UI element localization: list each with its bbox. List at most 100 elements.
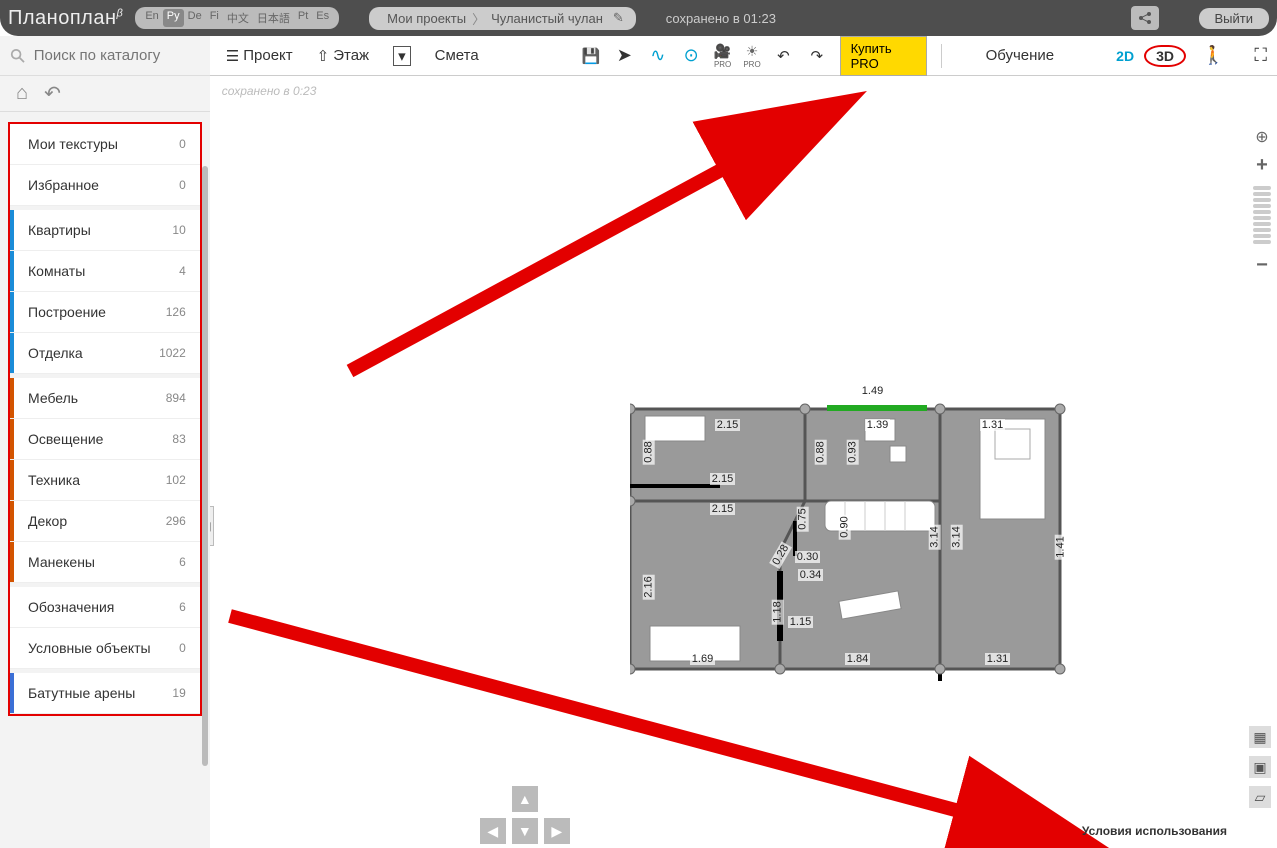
exit-button[interactable]: Выйти — [1199, 8, 1270, 29]
pan-right-button[interactable]: ▶ — [544, 818, 570, 844]
dim-label: 3.14 — [950, 524, 962, 549]
pan-up-button[interactable]: ▲ — [512, 786, 538, 812]
lang-option-日本語[interactable]: 日本語 — [253, 9, 294, 27]
crosshair-icon: ⊕ — [1255, 127, 1268, 147]
canvas-area[interactable]: сохранено в 0:23 ◀ — [210, 76, 1277, 848]
estimate-menu[interactable]: Смета — [429, 43, 485, 68]
walk-mode-icon[interactable]: 🚶 — [1202, 45, 1224, 66]
catalog-item[interactable]: Построение126 — [10, 292, 200, 333]
catalog-item[interactable]: Декор296 — [10, 501, 200, 542]
category-stripe — [10, 292, 14, 332]
catalog-item[interactable]: Обозначения6 — [10, 587, 200, 628]
terms-link[interactable]: Условия использования — [1082, 824, 1227, 838]
redo-button[interactable]: ↷ — [806, 44, 827, 68]
catalog-item[interactable]: Манекены6 — [10, 542, 200, 583]
buy-pro-button[interactable]: Купить PRO — [840, 36, 927, 76]
annotation-arrow-1 — [330, 91, 870, 391]
dim-label: 1.49 — [860, 385, 885, 397]
project-menu[interactable]: ☰ Проект — [220, 43, 299, 69]
catalog-item-count: 6 — [179, 555, 186, 569]
toolbar: ☰ Проект ⇧ Этаж ▾ Смета 💾 ➤ ∿ ⊙ 🎥 PRO — [210, 36, 1277, 76]
catalog-item[interactable]: Батутные арены19 — [10, 673, 200, 714]
undo-button[interactable]: ↶ — [773, 44, 794, 68]
magnet-icon: ⊙ — [684, 45, 699, 66]
dim-label: 1.69 — [690, 653, 715, 665]
category-stripe — [10, 378, 14, 418]
app-logo: Планопланβ — [8, 7, 123, 30]
breadcrumb[interactable]: Мои проекты 〉 Чуланистый чулан ✎ — [369, 7, 636, 30]
search-input[interactable] — [34, 47, 200, 64]
catalog-item[interactable]: Квартиры10 — [10, 210, 200, 251]
lang-option-Pt[interactable]: Pt — [294, 9, 312, 27]
lang-option-En[interactable]: En — [141, 9, 162, 27]
catalog-item-count: 83 — [172, 432, 185, 446]
magnet-tool[interactable]: ⊙ — [680, 44, 701, 68]
search-icon — [10, 47, 26, 65]
view-2d-tab[interactable]: 2D — [1116, 48, 1134, 64]
dim-label: 3.14 — [928, 524, 940, 549]
catalog-item[interactable]: Отделка1022 — [10, 333, 200, 374]
share-icon — [1137, 10, 1153, 26]
logo-text: Планоплан — [8, 7, 117, 29]
catalog-item[interactable]: Комнаты4 — [10, 251, 200, 292]
lang-option-Ру[interactable]: Ру — [163, 9, 184, 27]
dim-label: 1.39 — [865, 419, 890, 431]
landscape-toggle-button[interactable]: ▱ — [1249, 786, 1271, 808]
dim-label: 2.15 — [710, 503, 735, 515]
breadcrumb-project[interactable]: Чуланистый чулан — [485, 11, 609, 26]
learning-tab[interactable]: Обучение — [976, 43, 1065, 68]
lang-option-Fi[interactable]: Fi — [206, 9, 223, 27]
pencil-icon[interactable]: ✎ — [613, 10, 624, 26]
pointer-tool[interactable]: ➤ — [614, 44, 635, 68]
catalog-item-count: 0 — [179, 178, 186, 192]
catalog-item[interactable]: Мебель894 — [10, 378, 200, 419]
center-view-button[interactable]: ⊕ — [1251, 126, 1273, 148]
catalog-item[interactable]: Избранное0 — [10, 165, 200, 206]
save-button[interactable]: 💾 — [580, 44, 601, 68]
catalog-item[interactable]: Освещение83 — [10, 419, 200, 460]
camera-pro-tool[interactable]: 🎥 PRO — [714, 44, 731, 68]
view-3d-tab[interactable]: 3D — [1144, 45, 1186, 67]
zoom-in-button[interactable]: + — [1251, 154, 1273, 176]
camera-icon: 🎥 — [714, 43, 731, 60]
curve-tool[interactable]: ∿ — [647, 44, 668, 68]
zoom-out-button[interactable]: − — [1251, 254, 1273, 276]
pan-left-button[interactable]: ◀ — [480, 818, 506, 844]
undo-icon[interactable]: ↶ — [44, 81, 61, 106]
floorplan[interactable]: 1.49 2.15 1.39 1.31 0.88 0.88 0.93 2.15 … — [630, 401, 1070, 681]
zoom-slider[interactable] — [1253, 186, 1271, 244]
dim-label: 1.41 — [1054, 534, 1066, 559]
category-stripe — [10, 419, 14, 459]
floor-label: Этаж — [333, 47, 369, 64]
image-toggle-button[interactable]: ▣ — [1249, 756, 1271, 778]
catalog-item[interactable]: Мои текстуры0 — [10, 124, 200, 165]
catalog-item[interactable]: Техника 102 — [10, 460, 200, 501]
catalog-item[interactable]: Условные объекты0 — [10, 628, 200, 669]
lang-option-De[interactable]: De — [184, 9, 206, 27]
lang-option-中文[interactable]: 中文 — [223, 9, 253, 27]
saved-timestamp: сохранено в 01:23 — [666, 11, 776, 26]
catalog-item-count: 102 — [166, 473, 186, 487]
home-icon[interactable]: ⌂ — [16, 82, 28, 105]
dim-label: 1.31 — [985, 653, 1010, 665]
curve-icon: ∿ — [650, 45, 665, 66]
category-stripe — [10, 542, 14, 582]
floor-menu[interactable]: ⇧ Этаж — [311, 43, 375, 69]
sidebar-collapse-handle[interactable]: ◀ — [210, 506, 214, 546]
fullscreen-icon[interactable]: ⛶ — [1254, 45, 1267, 66]
grid-toggle-button[interactable]: ▦ — [1249, 726, 1271, 748]
cursor-icon: ➤ — [617, 45, 632, 66]
light-pro-tool[interactable]: ☀ PRO — [743, 44, 760, 68]
pan-down-button[interactable]: ▼ — [512, 818, 538, 844]
sidebar-scrollbar[interactable] — [202, 166, 208, 766]
pro-badge-1: PRO — [714, 60, 731, 69]
catalog-item-label: Техника — [28, 472, 80, 488]
lang-option-Es[interactable]: Es — [312, 9, 333, 27]
right-toolbar: ⊕ + − — [1247, 116, 1277, 276]
share-button[interactable] — [1131, 6, 1159, 30]
sun-icon: ☀ — [746, 43, 759, 60]
logo-beta: β — [117, 7, 124, 19]
catalog-item-count: 126 — [166, 305, 186, 319]
filter-button[interactable]: ▾ — [387, 42, 417, 70]
breadcrumb-root[interactable]: Мои проекты — [381, 11, 472, 26]
